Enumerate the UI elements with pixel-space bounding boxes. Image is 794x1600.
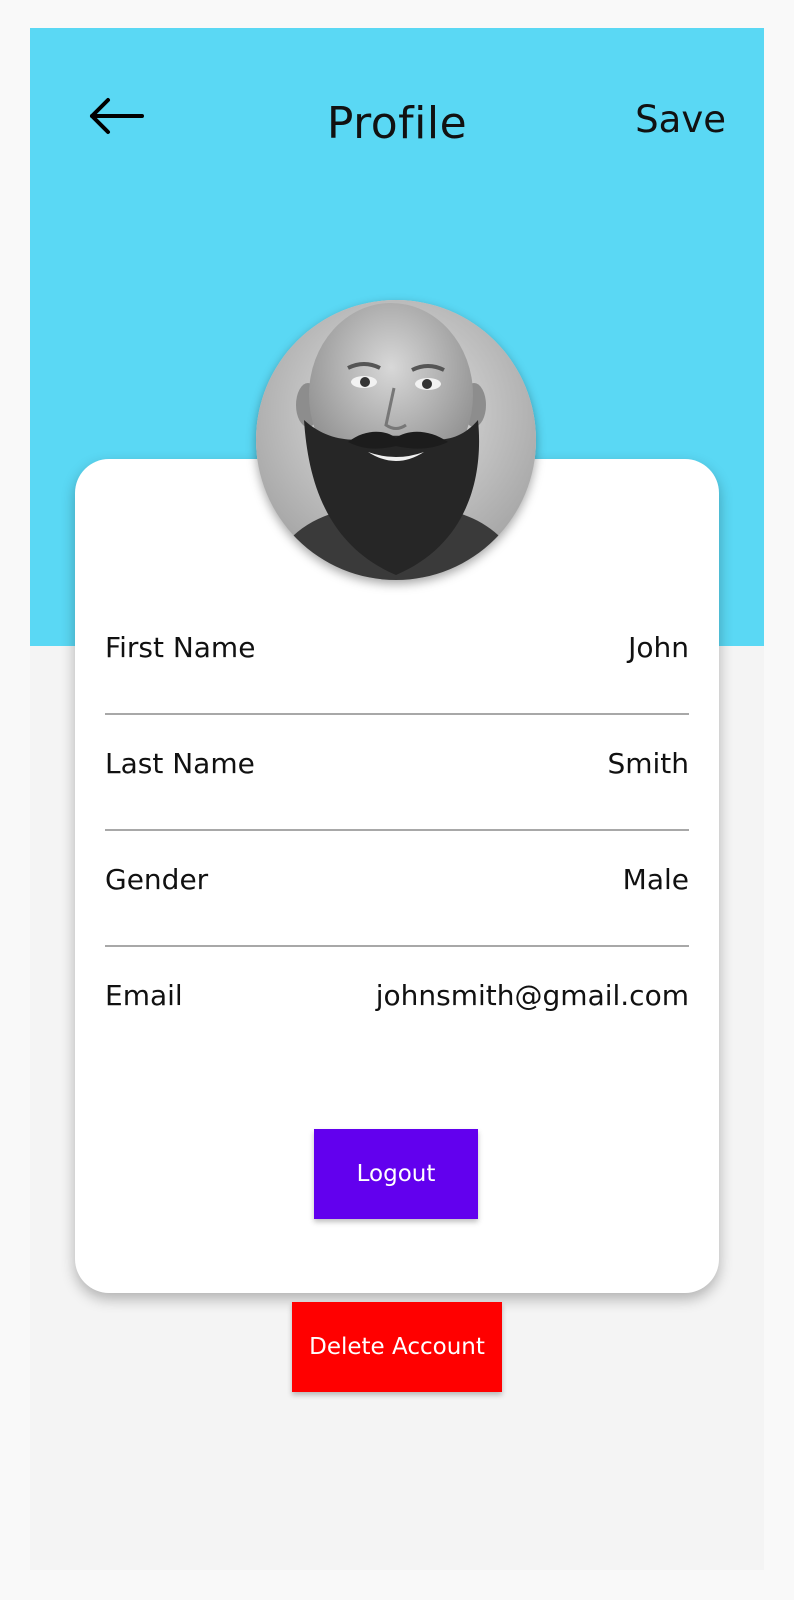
avatar[interactable] — [256, 300, 536, 580]
avatar-photo — [256, 300, 536, 580]
field-row-first-name: First Name John — [105, 597, 689, 715]
first-name-value[interactable]: John — [628, 631, 689, 664]
last-name-label: Last Name — [105, 747, 255, 780]
field-row-last-name: Last Name Smith — [105, 713, 689, 831]
profile-screen: Profile Save First Name John Last Name S… — [30, 28, 764, 1570]
delete-account-button[interactable]: Delete Account — [292, 1302, 502, 1392]
field-row-email: Email johnsmith@gmail.com — [105, 945, 689, 1063]
last-name-value[interactable]: Smith — [607, 747, 689, 780]
field-row-gender: Gender Male — [105, 829, 689, 947]
profile-card: First Name John Last Name Smith Gender M… — [75, 459, 719, 1293]
logout-button[interactable]: Logout — [314, 1129, 478, 1219]
top-app-bar: Profile Save — [30, 28, 764, 168]
first-name-label: First Name — [105, 631, 256, 664]
gender-value[interactable]: Male — [623, 863, 689, 896]
email-label: Email — [105, 979, 183, 1012]
gender-label: Gender — [105, 863, 209, 896]
email-value[interactable]: johnsmith@gmail.com — [376, 979, 689, 1012]
save-button[interactable]: Save — [635, 98, 726, 141]
